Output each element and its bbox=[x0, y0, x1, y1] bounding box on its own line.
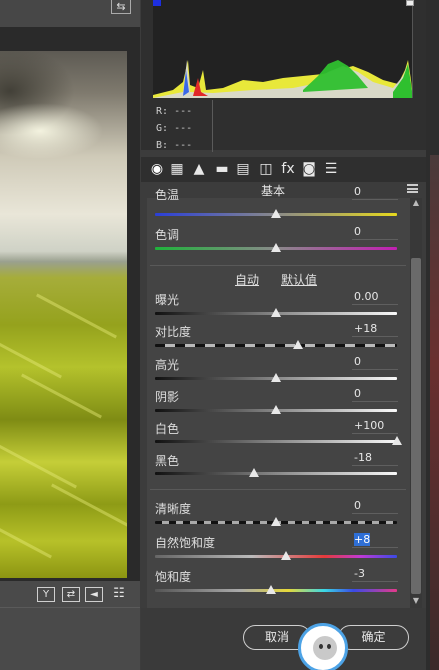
clarity-slider-thumb[interactable] bbox=[271, 517, 281, 526]
auto-link[interactable]: 自动 bbox=[235, 271, 259, 288]
clarity-label: 清晰度 bbox=[155, 502, 192, 516]
temp-value-text: 0 bbox=[354, 185, 361, 198]
ok-button[interactable]: 确定 bbox=[338, 625, 409, 650]
temp-value-field[interactable]: 0 bbox=[352, 184, 398, 200]
contrast-slider-track[interactable] bbox=[155, 344, 397, 347]
whites-slider-track[interactable] bbox=[155, 440, 397, 443]
tint-label: 色调 bbox=[155, 228, 180, 242]
shadows-value-field[interactable]: 0 bbox=[352, 386, 398, 402]
highlights-label: 高光 bbox=[155, 358, 180, 372]
whites-value-field[interactable]: +100 bbox=[352, 418, 398, 434]
saturation-label: 饱和度 bbox=[155, 570, 192, 584]
saturation-slider-thumb[interactable] bbox=[266, 585, 277, 594]
tone-curve-icon[interactable]: ▦ bbox=[168, 160, 186, 178]
rgb-readout: R: --- G: --- B: --- bbox=[156, 103, 212, 154]
temp-label: 色温 bbox=[155, 188, 180, 202]
preferences-icon[interactable]: ☷ bbox=[110, 587, 128, 602]
shadows-label: 阴影 bbox=[155, 390, 180, 404]
temp-slider-thumb[interactable] bbox=[271, 209, 281, 218]
divider bbox=[150, 265, 406, 266]
shadow-clipping-indicator[interactable] bbox=[153, 0, 161, 6]
vibrance-label: 自然饱和度 bbox=[155, 536, 216, 550]
preview-frame bbox=[0, 27, 140, 581]
divider bbox=[212, 100, 213, 152]
default-link[interactable]: 默认值 bbox=[281, 271, 317, 288]
saturation-value-field[interactable]: -3 bbox=[352, 566, 398, 582]
vibrance-value-field[interactable]: +8 bbox=[352, 532, 398, 548]
rgb-readout-row: R: --- bbox=[156, 106, 193, 117]
shadows-slider-thumb[interactable] bbox=[271, 405, 281, 414]
exposure-value-field[interactable]: 0.00 bbox=[352, 289, 398, 305]
whites-slider-thumb[interactable] bbox=[392, 436, 402, 445]
whites-label: 白色 bbox=[155, 422, 180, 436]
scroll-up-icon[interactable]: ▲ bbox=[410, 198, 422, 208]
assistant-avatar-icon[interactable] bbox=[298, 623, 348, 670]
rgb-readout-row: B: --- bbox=[156, 140, 193, 151]
scroll-down-icon[interactable]: ▼ bbox=[410, 596, 422, 606]
exposure-slider-thumb[interactable] bbox=[271, 308, 281, 317]
highlights-slider-thumb[interactable] bbox=[271, 373, 281, 382]
contrast-slider-thumb[interactable] bbox=[292, 340, 303, 349]
highlights-value-text: 0 bbox=[354, 355, 361, 368]
tint-value-text: 0 bbox=[354, 225, 361, 238]
divider bbox=[150, 489, 406, 490]
divider bbox=[0, 607, 140, 608]
contrast-label: 对比度 bbox=[155, 325, 192, 339]
blacks-slider-thumb[interactable] bbox=[249, 468, 260, 477]
photo-preview[interactable] bbox=[0, 51, 127, 578]
histogram bbox=[153, 0, 413, 98]
detail-icon[interactable]: ▲ bbox=[190, 160, 208, 178]
vibrance-value-text: +8 bbox=[354, 533, 371, 546]
vibrance-slider-thumb[interactable] bbox=[280, 551, 291, 560]
contrast-value-text: +18 bbox=[354, 322, 378, 335]
background-strip bbox=[430, 155, 439, 670]
preview-bottom-bar: Y ⇄ ◄ ☷ bbox=[0, 581, 140, 670]
lens-corrections-icon[interactable]: ◫ bbox=[257, 160, 275, 178]
blacks-value-text: -18 bbox=[354, 451, 372, 464]
preview-toolbar: ⇆ bbox=[0, 0, 140, 27]
effects-icon[interactable]: fx bbox=[279, 160, 297, 178]
exposure-value-text: 0.00 bbox=[354, 290, 379, 303]
tint-slider-thumb[interactable] bbox=[271, 243, 281, 252]
rgb-readout-row: G: --- bbox=[156, 123, 193, 134]
scrollbar-thumb[interactable] bbox=[411, 258, 421, 594]
blacks-slider-track[interactable] bbox=[155, 472, 397, 475]
highlights-value-field[interactable]: 0 bbox=[352, 354, 398, 370]
hsl-icon[interactable]: ▬ bbox=[213, 160, 231, 178]
before-after-toggle-icon[interactable]: Y bbox=[37, 587, 55, 602]
exposure-label: 曝光 bbox=[155, 293, 180, 307]
tint-value-field[interactable]: 0 bbox=[352, 224, 398, 240]
panel-menu-icon[interactable] bbox=[407, 184, 418, 193]
blacks-label: 黑色 bbox=[155, 454, 180, 468]
basic-tab-icon[interactable]: ◉ bbox=[148, 160, 166, 178]
swap-view-icon[interactable]: ⇆ bbox=[111, 0, 131, 14]
shadows-value-text: 0 bbox=[354, 387, 361, 400]
saturation-value-text: -3 bbox=[354, 567, 365, 580]
clarity-value-field[interactable]: 0 bbox=[352, 498, 398, 514]
camera-calibration-icon[interactable]: ◙ bbox=[300, 160, 318, 178]
panel-title: 基本 bbox=[260, 184, 285, 198]
blacks-value-field[interactable]: -18 bbox=[352, 450, 398, 466]
split-toning-icon[interactable]: ▤ bbox=[234, 160, 252, 178]
swap-settings-icon[interactable]: ⇄ bbox=[62, 587, 80, 602]
contrast-value-field[interactable]: +18 bbox=[352, 321, 398, 337]
presets-icon[interactable]: ☰ bbox=[322, 160, 340, 178]
whites-value-text: +100 bbox=[354, 419, 385, 432]
highlight-clipping-indicator[interactable] bbox=[406, 0, 414, 6]
clarity-value-text: 0 bbox=[354, 499, 361, 512]
copy-settings-icon[interactable]: ◄ bbox=[85, 587, 103, 602]
vibrance-slider-track[interactable] bbox=[155, 555, 397, 558]
